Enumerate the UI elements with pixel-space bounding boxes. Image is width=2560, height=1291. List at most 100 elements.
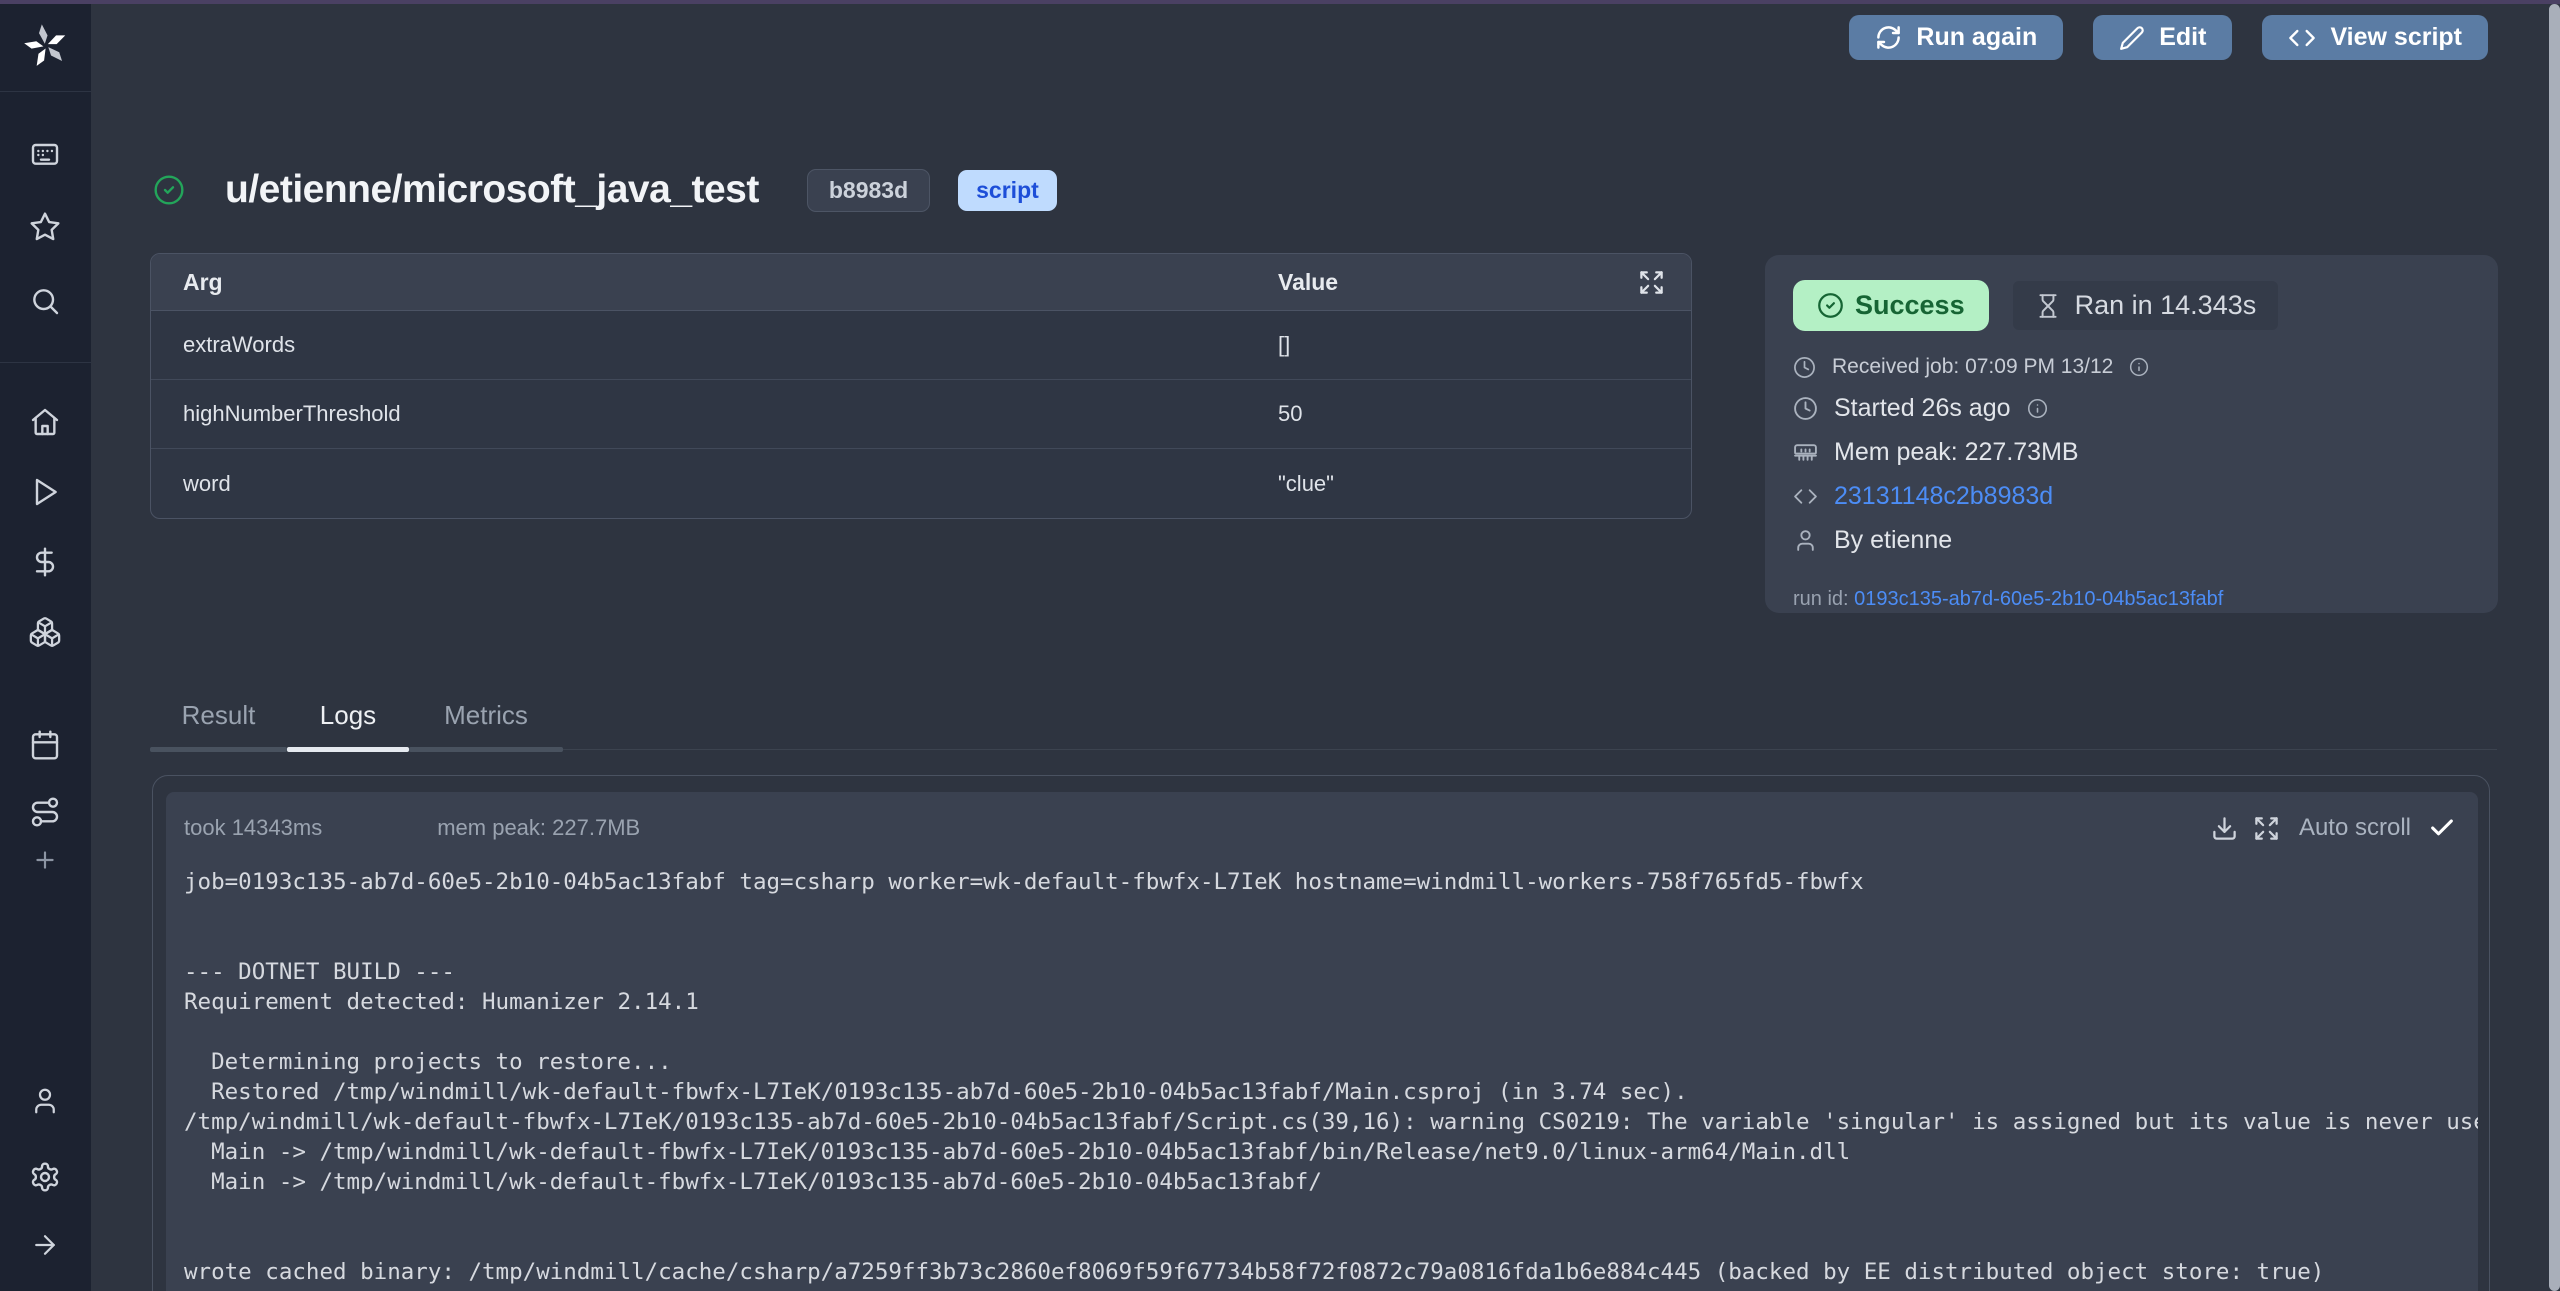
run-id-row: run id: 0193c135-ab7d-60e5-2b10-04b5ac13… xyxy=(1793,588,2470,611)
pencil-icon xyxy=(2119,25,2145,51)
memory-icon xyxy=(1793,440,1818,465)
tab-bar: Result Logs Metrics xyxy=(150,700,563,752)
tab-underline-active xyxy=(287,747,409,752)
view-script-label: View script xyxy=(2330,23,2462,52)
info-icon[interactable] xyxy=(2027,398,2048,419)
arg-name: highNumberThreshold xyxy=(183,401,1278,427)
home-icon xyxy=(29,406,61,438)
arg-value: [] xyxy=(1278,332,1290,358)
sidebar-divider xyxy=(0,362,91,363)
table-row: word "clue" xyxy=(151,449,1691,518)
tab-underline xyxy=(409,747,563,752)
args-table-header: Arg Value xyxy=(151,254,1691,311)
gear-icon xyxy=(29,1161,61,1193)
table-row: highNumberThreshold 50 xyxy=(151,380,1691,449)
boxes-icon xyxy=(28,615,62,649)
check-circle-icon xyxy=(1817,292,1844,319)
user-icon xyxy=(30,1086,60,1116)
window-top-edge xyxy=(0,0,2560,4)
table-row: extraWords [] xyxy=(151,311,1691,380)
view-script-button[interactable]: View script xyxy=(2262,15,2488,60)
auto-scroll-label: Auto scroll xyxy=(2299,814,2411,842)
calendar-icon xyxy=(29,729,61,761)
arrow-right-icon xyxy=(30,1230,60,1260)
tab-result-label: Result xyxy=(182,700,256,731)
duration-label: Ran in 14.343s xyxy=(2075,290,2257,321)
log-took: took 14343ms xyxy=(184,815,322,841)
tab-logs[interactable]: Logs xyxy=(287,700,409,752)
received-label: Received job: 07:09 PM 13/12 xyxy=(1832,355,2113,379)
hourglass-icon xyxy=(2035,293,2061,319)
user-icon xyxy=(1793,528,1818,553)
kiosk-icon xyxy=(29,139,61,171)
job-status-panel: Success Ran in 14.343s Received job: 07:… xyxy=(1765,255,2498,613)
deployed-check-icon xyxy=(153,174,185,206)
expand-args-button[interactable] xyxy=(1638,269,1665,296)
plus-icon xyxy=(32,847,58,873)
windmill-logo-icon xyxy=(24,24,68,68)
expand-icon xyxy=(1638,269,1665,296)
page-scrollbar[interactable] xyxy=(2549,4,2560,1291)
sidebar-item-settings[interactable] xyxy=(22,1154,68,1200)
sidebar-item-runs[interactable] xyxy=(22,469,68,515)
started-row: Started 26s ago xyxy=(1793,394,2470,423)
log-header: took 14343ms mem peak: 227.7MB Auto scro… xyxy=(166,792,2478,842)
sidebar-item-variables[interactable] xyxy=(22,539,68,585)
status-badge: Success xyxy=(1793,280,1989,331)
log-panel: took 14343ms mem peak: 227.7MB Auto scro… xyxy=(166,792,2478,1291)
expand-logs-button[interactable] xyxy=(2253,815,2280,842)
download-logs-button[interactable] xyxy=(2211,815,2238,842)
mem-peak-row: Mem peak: 227.73MB xyxy=(1793,438,2470,467)
code-icon xyxy=(1793,484,1818,509)
log-mem-peak: mem peak: 227.7MB xyxy=(437,815,640,841)
arg-name: word xyxy=(183,471,1278,497)
play-icon xyxy=(29,476,61,508)
tab-content-card: took 14343ms mem peak: 227.7MB Auto scro… xyxy=(152,775,2490,1291)
page-title: u/etienne/microsoft_java_test xyxy=(225,168,759,212)
run-id-link[interactable]: 0193c135-ab7d-60e5-2b10-04b5ac13fabf xyxy=(1854,588,2223,610)
args-column-value: Value xyxy=(1278,269,1638,296)
duration-chip: Ran in 14.343s xyxy=(2013,281,2279,330)
triggered-by-row: By etienne xyxy=(1793,526,2470,555)
code-icon xyxy=(2288,24,2316,52)
run-again-button[interactable]: Run again xyxy=(1849,15,2063,60)
script-kind-badge: script xyxy=(958,170,1057,211)
run-id-label: run id: xyxy=(1793,588,1854,610)
args-table: Arg Value extraWords [] highNumberThresh… xyxy=(150,253,1692,519)
sidebar-item-add[interactable] xyxy=(22,837,68,883)
args-column-arg: Arg xyxy=(183,269,1278,296)
tab-logs-label: Logs xyxy=(320,700,376,731)
triggered-by-label: By etienne xyxy=(1834,526,1952,555)
windmill-logo[interactable] xyxy=(0,0,91,92)
sidebar-item-expand[interactable] xyxy=(22,1222,68,1268)
started-label: Started 26s ago xyxy=(1834,394,2011,423)
info-icon[interactable] xyxy=(2129,357,2149,377)
title-row: u/etienne/microsoft_java_test b8983d scr… xyxy=(153,168,1057,212)
clock-icon xyxy=(1793,356,1816,379)
arg-value: 50 xyxy=(1278,401,1302,427)
auto-scroll-checkbox[interactable] xyxy=(2428,814,2456,842)
log-output[interactable]: job=0193c135-ab7d-60e5-2b10-04b5ac13fabf… xyxy=(166,867,2478,1287)
script-hash-link[interactable]: 23131148c2b8983d xyxy=(1834,482,2053,511)
version-hash-badge: b8983d xyxy=(807,169,930,212)
script-hash-row: 23131148c2b8983d xyxy=(1793,482,2470,511)
star-icon xyxy=(29,211,61,243)
tab-metrics-label: Metrics xyxy=(444,700,528,731)
download-icon xyxy=(2211,815,2238,842)
sidebar-item-search[interactable] xyxy=(22,278,68,324)
sidebar-item-schedules[interactable] xyxy=(22,722,68,768)
tab-result[interactable]: Result xyxy=(150,700,287,752)
sidebar-item-kiosk[interactable] xyxy=(22,132,68,178)
sidebar-item-home[interactable] xyxy=(22,399,68,445)
search-icon xyxy=(29,285,61,317)
sidebar-item-favorites[interactable] xyxy=(22,204,68,250)
sidebar-item-resources[interactable] xyxy=(22,609,68,655)
expand-icon xyxy=(2253,815,2280,842)
edit-button[interactable]: Edit xyxy=(2093,15,2232,60)
received-row: Received job: 07:09 PM 13/12 xyxy=(1793,355,2470,379)
tab-metrics[interactable]: Metrics xyxy=(409,700,563,752)
clock-icon xyxy=(1793,396,1818,421)
sidebar-item-flows[interactable] xyxy=(22,789,68,835)
sidebar xyxy=(0,0,91,1291)
sidebar-item-account[interactable] xyxy=(22,1078,68,1124)
